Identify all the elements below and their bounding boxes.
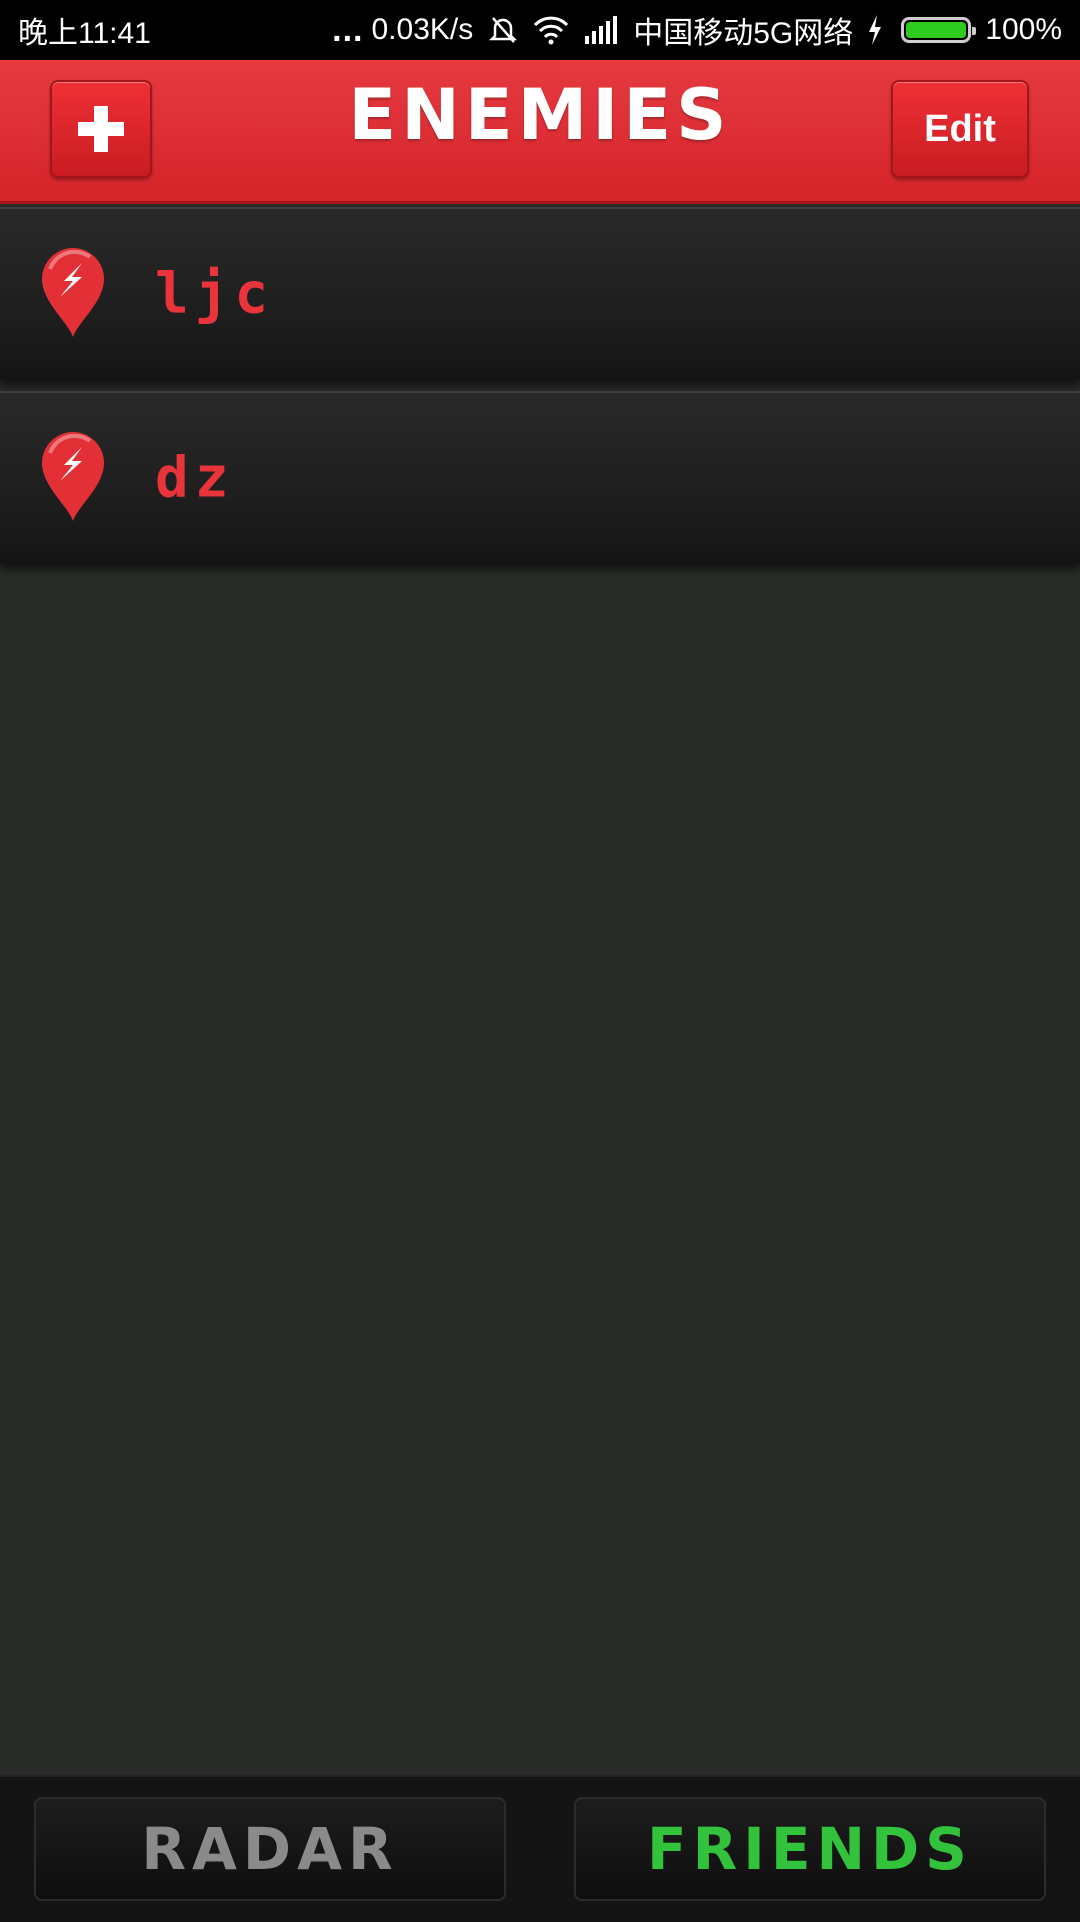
bottom-tab-bar: RADAR FRIENDS: [0, 1775, 1080, 1922]
enemy-name: dz: [155, 445, 235, 511]
tab-radar[interactable]: RADAR: [34, 1797, 506, 1901]
enemy-name: ljc: [155, 261, 275, 327]
carrier-name: 中国移动5G网络: [633, 17, 854, 50]
enemy-list: ljc dz: [0, 207, 1080, 575]
status-dots: ...: [332, 11, 364, 49]
status-bar: 晚上11:41 ... 0.03K/s 中国移动5G网络 100%: [0, 0, 1080, 60]
signal-icon: [585, 16, 618, 44]
battery-fill: [906, 22, 967, 38]
status-right: ... 0.03K/s 中国移动5G网络 100%: [332, 8, 1062, 52]
status-time: 晚上11:41: [18, 17, 151, 50]
header-bar: ENEMIES Edit: [0, 60, 1080, 204]
pin-icon: [42, 248, 104, 337]
list-item[interactable]: ljc: [0, 207, 1080, 379]
network-speed: 0.03K/s: [371, 13, 474, 46]
list-item[interactable]: dz: [0, 391, 1080, 563]
edit-button[interactable]: Edit: [891, 80, 1029, 178]
tab-friends[interactable]: FRIENDS: [574, 1797, 1046, 1901]
mute-bell-icon: [489, 17, 518, 43]
pin-icon: [42, 432, 104, 521]
wifi-icon: [534, 16, 569, 45]
battery-percent: 100%: [985, 13, 1062, 46]
battery-icon: [901, 17, 977, 43]
charging-icon: [869, 15, 882, 45]
